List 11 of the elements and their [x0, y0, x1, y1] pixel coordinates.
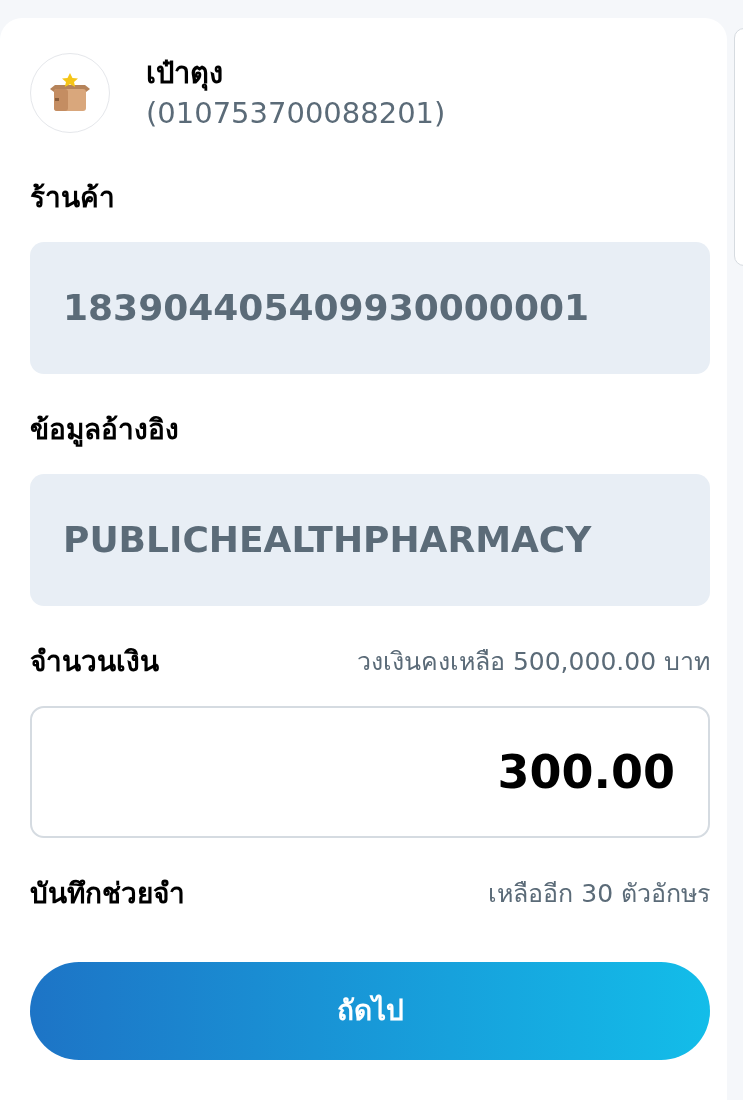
merchant-name: เป๋าตุง — [146, 55, 224, 93]
field-label: ข้อมูลอ้างอิง — [30, 412, 179, 449]
merchant-id: (010753700088201) — [146, 95, 446, 132]
field-label: ร้านค้า — [30, 180, 115, 216]
character-count: เหลืออีก 30 ตัวอักษร — [488, 878, 710, 911]
field-label: บันทึกช่วยจำ — [30, 876, 185, 912]
balance-text: วงเงินคงเหลือ 500,000.00 บาท — [356, 646, 710, 679]
amount-field[interactable]: 300.00 — [30, 706, 710, 838]
field-value: 183904405409930000001 — [63, 286, 590, 330]
field-value: PUBLICHEALTHPHARMACY — [63, 518, 592, 562]
field-label: จำนวนเงิน — [30, 644, 159, 680]
